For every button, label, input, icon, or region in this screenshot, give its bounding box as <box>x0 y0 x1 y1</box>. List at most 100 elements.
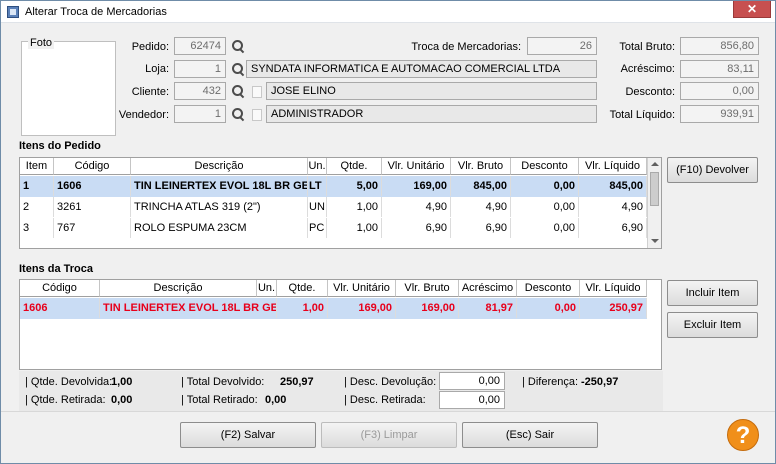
troca-col-desconto[interactable]: Desconto <box>517 280 580 297</box>
pedido-col-vlr-unitario[interactable]: Vlr. Unitário <box>382 158 451 175</box>
cell-desconto: 0,00 <box>511 197 579 217</box>
pedido-col-qtde[interactable]: Qtde. <box>327 158 382 175</box>
loja-name-field: SYNDATA INFORMATICA E AUTOMACAO COMERCIA… <box>246 60 597 78</box>
cell-qtde: 1,00 <box>277 298 328 318</box>
pedido-col-codigo[interactable]: Código <box>54 158 131 175</box>
cell-vlr-unitario: 169,00 <box>328 298 396 318</box>
vendedor-search-icon[interactable] <box>231 107 245 121</box>
cell-item: 2 <box>20 197 54 217</box>
cell-desconto: 0,00 <box>511 218 579 238</box>
vendedor-field[interactable]: 1 <box>174 105 226 123</box>
cell-vlr-liquido: 845,00 <box>579 176 647 196</box>
troca-field: 26 <box>527 37 597 55</box>
total-devolvido-value: 250,97 <box>280 376 314 388</box>
qtde-retirada-value: 0,00 <box>111 394 133 406</box>
cell-vlr-bruto: 4,90 <box>451 197 511 217</box>
cell-un: LT <box>308 176 327 196</box>
help-icon[interactable]: ? <box>727 419 759 451</box>
salvar-button[interactable]: (F2) Salvar <box>180 422 316 448</box>
desc-devolucao-input[interactable]: 0,00 <box>439 372 505 390</box>
scroll-up-icon[interactable] <box>651 162 659 166</box>
troca-col-descricao[interactable]: Descrição <box>100 280 257 297</box>
cell-qtde: 5,00 <box>327 176 382 196</box>
cell-descricao: ROLO ESPUMA 23CM <box>131 218 308 238</box>
total-liquido-label: Total Líquido: <box>609 109 675 121</box>
pedido-col-un[interactable]: Un. <box>308 158 327 175</box>
pedido-col-vlr-liquido[interactable]: Vlr. Líquido <box>579 158 647 175</box>
troca-row-1[interactable]: 1606 TIN LEINERTEX EVOL 18L BR GELO 1,00… <box>20 298 647 319</box>
total-retirado-value: 0,00 <box>265 394 287 406</box>
cell-vlr-liquido: 6,90 <box>579 218 647 238</box>
photo-label: Foto <box>28 37 55 49</box>
pedido-col-vlr-bruto[interactable]: Vlr. Bruto <box>451 158 511 175</box>
diferenca-label: | Diferença: <box>522 376 579 388</box>
cell-desconto: 0,00 <box>511 176 579 196</box>
desconto-label: Desconto: <box>625 86 675 98</box>
cliente-label: Cliente: <box>131 86 169 98</box>
devolver-button[interactable]: (F10) Devolver <box>667 157 758 183</box>
cell-vlr-bruto: 6,90 <box>451 218 511 238</box>
photo-box <box>21 41 116 136</box>
cell-vlr-unitario: 4,90 <box>382 197 451 217</box>
pedido-col-item[interactable]: Item <box>20 158 54 175</box>
cell-descricao: TIN LEINERTEX EVOL 18L BR GELO <box>100 298 277 318</box>
cell-descricao: TRINCHA ATLAS 319 (2") <box>131 197 308 217</box>
sair-button[interactable]: (Esc) Sair <box>462 422 598 448</box>
desc-retirada-input[interactable]: 0,00 <box>439 391 505 409</box>
incluir-item-button[interactable]: Incluir Item <box>667 280 758 306</box>
excluir-item-button[interactable]: Excluir Item <box>667 312 758 338</box>
qtde-devolvida-label: | Qtde. Devolvida: <box>25 376 113 388</box>
vendedor-label: Vendedor: <box>118 109 169 121</box>
cell-item: 3 <box>20 218 54 238</box>
cell-codigo: 767 <box>54 218 131 238</box>
total-retirado-label: | Total Retirado: <box>181 394 258 406</box>
desconto-field: 0,00 <box>680 82 759 100</box>
cell-vlr-bruto: 845,00 <box>451 176 511 196</box>
total-bruto-label: Total Bruto: <box>619 41 675 53</box>
loja-search-icon[interactable] <box>231 62 245 76</box>
pedido-label: Pedido: <box>131 41 169 53</box>
troca-col-qtde[interactable]: Qtde. <box>277 280 328 297</box>
cell-un: PC <box>308 218 327 238</box>
pedido-col-descricao[interactable]: Descrição <box>131 158 308 175</box>
window-title: Alterar Troca de Mercadorias <box>25 6 167 18</box>
cell-vlr-unitario: 169,00 <box>382 176 451 196</box>
title-bar: Alterar Troca de Mercadorias ✕ <box>1 1 775 23</box>
pedido-field[interactable]: 62474 <box>174 37 226 55</box>
cell-qtde: 1,00 <box>327 197 382 217</box>
troca-col-vlr-liquido[interactable]: Vlr. Líquido <box>580 280 647 297</box>
troca-col-un[interactable]: Un. <box>257 280 277 297</box>
cell-codigo: 1606 <box>54 176 131 196</box>
pedido-row-1[interactable]: 1 1606 TIN LEINERTEX EVOL 18L BR GELO LT… <box>20 176 647 197</box>
vendedor-name-field: ADMINISTRADOR <box>266 105 597 123</box>
pedido-scrollbar[interactable] <box>647 158 661 248</box>
vendedor-doc-icon[interactable] <box>252 109 262 121</box>
cliente-doc-icon[interactable] <box>252 86 262 98</box>
cliente-field[interactable]: 432 <box>174 82 226 100</box>
cell-un: UN <box>308 197 327 217</box>
pedido-row-2[interactable]: 2 3261 TRINCHA ATLAS 319 (2") UN 1,00 4,… <box>20 197 647 218</box>
scroll-thumb[interactable] <box>650 172 659 206</box>
pedido-row-3[interactable]: 3 767 ROLO ESPUMA 23CM PC 1,00 6,90 6,90… <box>20 218 647 239</box>
pedido-col-desconto[interactable]: Desconto <box>511 158 579 175</box>
desc-retirada-label: | Desc. Retirada: <box>344 394 426 406</box>
cell-qtde: 1,00 <box>327 218 382 238</box>
pedido-search-icon[interactable] <box>231 39 245 53</box>
cliente-search-icon[interactable] <box>231 84 245 98</box>
troca-col-codigo[interactable]: Código <box>20 280 100 297</box>
close-button[interactable]: ✕ <box>733 1 771 18</box>
loja-field[interactable]: 1 <box>174 60 226 78</box>
troca-col-vlr-unitario[interactable]: Vlr. Unitário <box>328 280 396 297</box>
acrescimo-field: 83,11 <box>680 60 759 78</box>
total-bruto-field: 856,80 <box>680 37 759 55</box>
limpar-button[interactable]: (F3) Limpar <box>321 422 457 448</box>
app-icon <box>7 6 19 18</box>
cell-vlr-unitario: 6,90 <box>382 218 451 238</box>
troca-col-acrescimo[interactable]: Acréscimo <box>459 280 517 297</box>
total-devolvido-label: | Total Devolvido: <box>181 376 265 388</box>
cell-descricao: TIN LEINERTEX EVOL 18L BR GELO <box>131 176 308 196</box>
scroll-down-icon[interactable] <box>651 239 659 243</box>
cliente-name-field: JOSE ELINO <box>266 82 597 100</box>
footer-divider <box>1 411 775 412</box>
troca-col-vlr-bruto[interactable]: Vlr. Bruto <box>396 280 459 297</box>
